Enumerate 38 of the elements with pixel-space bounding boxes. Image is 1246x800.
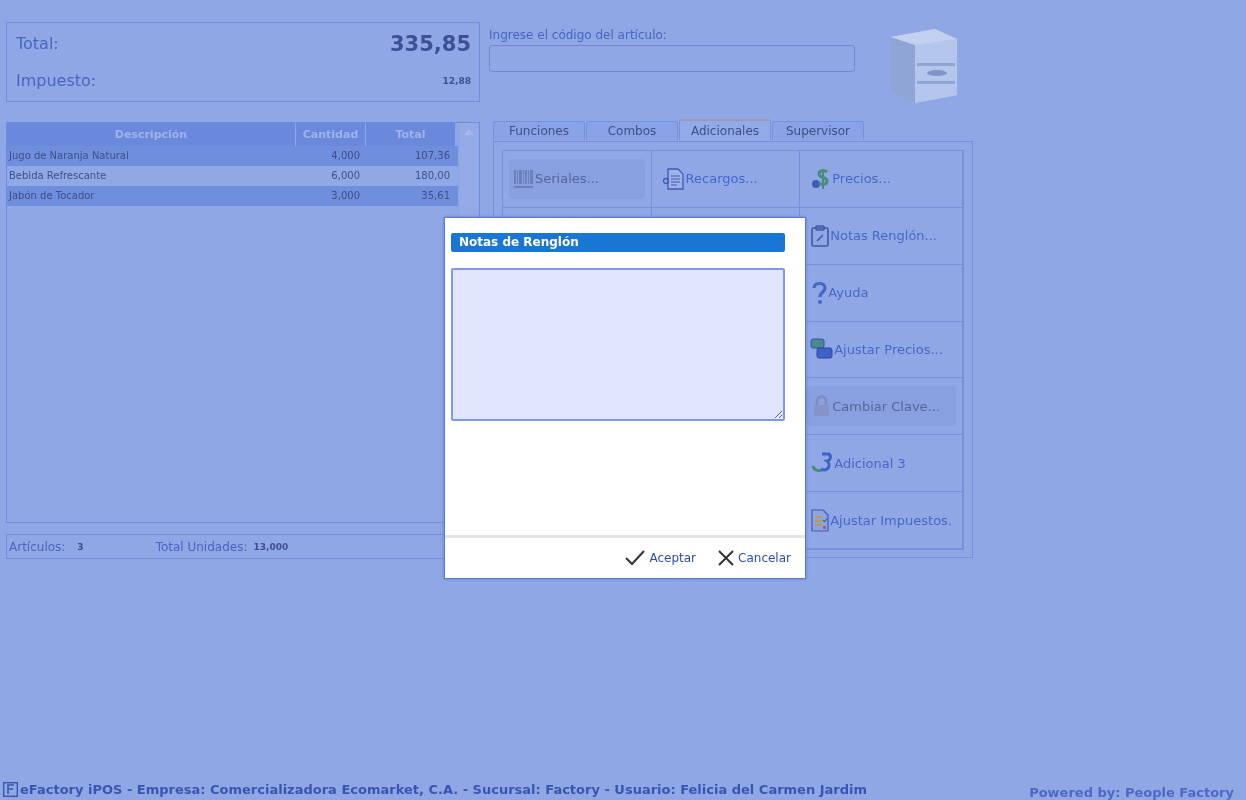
table-cell-text: 3,000 [330, 189, 361, 203]
table-cell-text: Jabón de Tocador [7, 189, 96, 203]
item-code-field[interactable] [489, 45, 855, 72]
accept-button[interactable]: Aceptar [623, 548, 699, 568]
status-text: eFactory iPOS - Empresa: Comercializadora Ecomarket, C.A. - Sucursal: Factory - Usuario: Felicia del Carmen Jardim [20, 782, 868, 797]
item-code-label: Ingrese el código del artículo: [489, 28, 668, 42]
table-cell-text: 6,000 [330, 169, 361, 183]
logo-icon [3, 782, 18, 797]
table-cell-text: Jugo de Naranja Natural [7, 149, 130, 163]
check-icon [625, 550, 646, 566]
table-cell-text: Bebida Refrescante [8, 169, 108, 183]
tab[interactable]: Combos [586, 121, 678, 140]
checklist-icon [810, 508, 831, 533]
dialog-title: Notas de Renglón [451, 233, 785, 252]
cancel-button[interactable]: Cancelar [716, 548, 793, 568]
tab[interactable]: Adicionales [679, 119, 771, 140]
barcode-icon [513, 167, 535, 190]
blocks-icon [810, 337, 835, 362]
table-cell-text: 180,00 [414, 169, 451, 183]
total-value: 335,85 [389, 31, 471, 56]
units-label: Total Unidades: [155, 539, 248, 554]
total-label: Total: [16, 34, 60, 54]
units-value: 13,000 [253, 541, 289, 552]
tab[interactable]: Funciones [493, 121, 585, 140]
tax-value: 12,88 [442, 75, 471, 86]
items-value: 3 [77, 541, 84, 552]
clipboard-icon [810, 223, 831, 248]
table-cell-text: 107,36 [414, 149, 451, 163]
close-icon [718, 550, 735, 566]
table-cell-text: 35,61 [420, 189, 451, 203]
tax-label: Impuesto: [16, 71, 98, 91]
tab[interactable]: Supervisor [772, 121, 864, 140]
document-icon [661, 166, 686, 191]
powered-by-text: Powered by: People Factory [1029, 785, 1234, 800]
question-icon [810, 280, 829, 305]
items-label: Artículos: [9, 539, 66, 554]
table-cell-text: 4,000 [330, 149, 361, 163]
notes-field[interactable] [451, 268, 785, 421]
